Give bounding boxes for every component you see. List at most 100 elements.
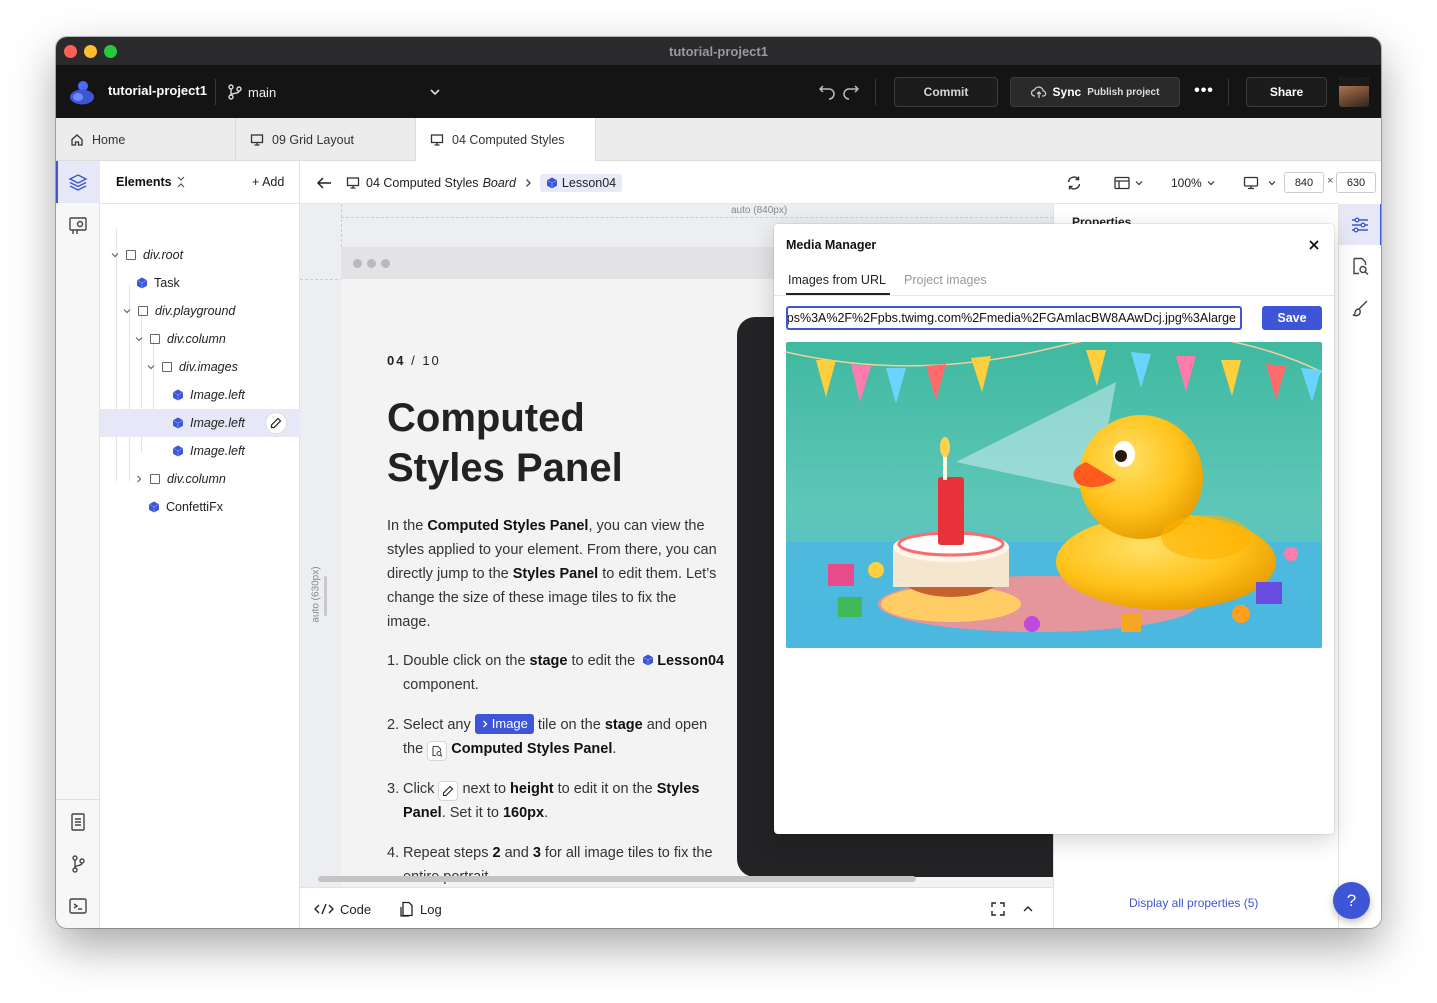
height-input[interactable]: 630 bbox=[1336, 172, 1376, 193]
more-options-button[interactable]: ••• bbox=[1194, 82, 1214, 102]
chevron-up-icon[interactable] bbox=[1021, 902, 1035, 916]
width-ruler-label: auto (840px) bbox=[731, 205, 788, 216]
tree-item-image-left[interactable]: Image.left bbox=[100, 381, 300, 409]
chevron-down-icon[interactable] bbox=[110, 250, 120, 260]
component-settings-icon[interactable] bbox=[67, 215, 89, 237]
breadcrumb-board[interactable]: 04 Computed Styles bbox=[366, 176, 479, 190]
chevron-down-icon[interactable] bbox=[146, 362, 156, 372]
tab-label: 09 Grid Layout bbox=[272, 132, 354, 147]
zoom-selector[interactable]: 100% bbox=[1171, 174, 1216, 192]
properties-sliders-icon[interactable] bbox=[1350, 215, 1370, 235]
refresh-icon[interactable] bbox=[1065, 174, 1083, 192]
tree-item-div-images[interactable]: div.images bbox=[100, 353, 300, 381]
chevron-down-icon[interactable] bbox=[122, 306, 132, 316]
board-icon bbox=[250, 133, 264, 146]
component-icon bbox=[172, 417, 184, 429]
intro-text: In the bbox=[387, 518, 428, 534]
component-icon bbox=[148, 501, 160, 513]
step-text: and bbox=[500, 845, 533, 861]
chevron-down-icon[interactable] bbox=[428, 83, 442, 101]
step-number: 3. bbox=[387, 781, 400, 797]
branch-selector[interactable]: main bbox=[228, 80, 276, 104]
tree-item-div-column-2[interactable]: div.column bbox=[100, 465, 300, 493]
share-button[interactable]: Share bbox=[1246, 77, 1327, 107]
back-arrow-icon[interactable] bbox=[316, 176, 332, 190]
board-dot bbox=[367, 259, 376, 268]
computed-styles-icon[interactable] bbox=[1350, 256, 1370, 276]
elements-panel-title: Elements bbox=[116, 175, 172, 189]
resize-handle[interactable] bbox=[324, 576, 327, 616]
tab-project-images[interactable]: Project images bbox=[904, 273, 987, 287]
terminal-icon[interactable] bbox=[67, 895, 89, 917]
add-element-button[interactable]: + Add bbox=[252, 175, 284, 189]
width-input[interactable]: 840 bbox=[1284, 172, 1324, 193]
fullscreen-icon[interactable] bbox=[991, 902, 1005, 916]
step-bold: stage bbox=[529, 653, 568, 669]
tab-images-from-url[interactable]: Images from URL bbox=[788, 273, 886, 287]
chevron-right-icon[interactable] bbox=[134, 474, 144, 484]
device-selector[interactable] bbox=[1243, 174, 1277, 192]
intro-bold: Computed Styles Panel bbox=[427, 518, 589, 534]
tab-04-computed-styles[interactable]: 04 Computed Styles bbox=[416, 118, 596, 162]
tree-item-div-playground[interactable]: div.playground bbox=[100, 297, 300, 325]
commit-button[interactable]: Commit bbox=[894, 77, 998, 107]
component-icon bbox=[546, 177, 558, 188]
tree-item-div-column[interactable]: div.column bbox=[100, 325, 300, 353]
image-url-input[interactable]: tps%3A%2F%2Fpbs.twimg.com%2Fmedia%2FGAml… bbox=[786, 306, 1242, 330]
component-icon bbox=[136, 277, 148, 289]
code-icon bbox=[314, 903, 334, 915]
computed-styles-chip bbox=[427, 741, 448, 761]
step-number: 4. bbox=[387, 845, 400, 861]
horizontal-scrollbar[interactable] bbox=[318, 876, 916, 882]
breadcrumb-component-label: Lesson04 bbox=[561, 175, 617, 190]
lesson-separator: / bbox=[405, 353, 423, 368]
log-tab[interactable]: Log bbox=[400, 900, 442, 918]
project-name[interactable]: tutorial-project1 bbox=[108, 83, 207, 98]
close-icon[interactable] bbox=[1308, 239, 1320, 251]
tree-item-div-root[interactable]: div.root bbox=[100, 241, 300, 269]
redo-icon[interactable] bbox=[842, 82, 860, 100]
elements-panel-header: Elements + Add bbox=[100, 161, 299, 204]
tree-item-image-left[interactable]: Image.left bbox=[100, 437, 300, 465]
tree-item-confettifx[interactable]: ConfettiFx bbox=[100, 493, 300, 521]
lesson-step-3: 3. Click next to height to edit it on th… bbox=[387, 777, 727, 825]
app-logo-icon[interactable] bbox=[69, 79, 95, 105]
chevron-right-icon bbox=[525, 178, 531, 187]
edit-component-button[interactable] bbox=[265, 412, 287, 434]
collapse-all-icon[interactable] bbox=[175, 176, 187, 188]
display-all-properties-link[interactable]: Display all properties (5) bbox=[1129, 896, 1258, 910]
chevron-down-icon[interactable] bbox=[134, 334, 144, 344]
breadcrumb-component[interactable]: Lesson04 bbox=[539, 173, 623, 192]
step-number: 2. bbox=[387, 717, 400, 733]
tab-09-grid-layout[interactable]: 09 Grid Layout bbox=[236, 118, 416, 161]
lesson-headline: Computed Styles Panel bbox=[387, 396, 623, 490]
undo-icon[interactable] bbox=[818, 82, 836, 100]
step-bold: Computed Styles Panel bbox=[451, 741, 613, 757]
image-component-chip[interactable]: Image bbox=[474, 714, 534, 734]
board-dot bbox=[381, 259, 390, 268]
stage-header: 04 Computed Styles Board Lesson04 100% 8… bbox=[300, 161, 1376, 204]
help-button[interactable]: ? bbox=[1333, 882, 1370, 919]
tree-item-label: div.column bbox=[167, 332, 226, 346]
tab-home[interactable]: Home bbox=[56, 118, 236, 161]
lesson-counter: 04 / 10 bbox=[387, 353, 441, 368]
step-text: Double click on the bbox=[403, 653, 530, 669]
top-ruler bbox=[341, 204, 1053, 218]
save-button[interactable]: Save bbox=[1262, 306, 1322, 330]
title-bar: tutorial-project1 bbox=[56, 37, 1381, 66]
brush-icon[interactable] bbox=[1350, 298, 1370, 318]
git-branch-icon[interactable] bbox=[67, 853, 89, 875]
share-label: Share bbox=[1269, 85, 1304, 99]
layout-view-selector[interactable] bbox=[1114, 174, 1144, 192]
code-tab[interactable]: Code bbox=[314, 900, 371, 918]
sync-publish-button[interactable]: Sync Publish project bbox=[1010, 77, 1180, 107]
tree-item-task[interactable]: Task bbox=[100, 269, 300, 297]
user-avatar[interactable] bbox=[1339, 77, 1369, 107]
dimension-separator: × bbox=[1327, 175, 1334, 187]
div-icon bbox=[150, 334, 160, 344]
document-icon[interactable] bbox=[67, 811, 89, 833]
pencil-icon bbox=[443, 785, 454, 797]
layers-icon[interactable] bbox=[67, 171, 89, 193]
chevron-down-icon bbox=[1207, 181, 1215, 186]
tree-item-image-left-selected[interactable]: Image.left bbox=[100, 409, 300, 437]
